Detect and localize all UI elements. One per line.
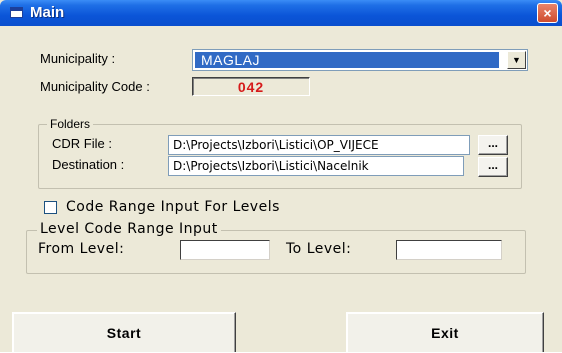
code-range-checkbox[interactable] (44, 201, 57, 214)
destination-browse-button[interactable]: ... (478, 157, 508, 177)
municipality-code-label: Municipality Code : (40, 79, 150, 94)
cdr-browse-button[interactable]: ... (478, 135, 508, 155)
cdr-file-label: CDR File : (52, 136, 112, 151)
from-level-input[interactable] (180, 240, 270, 260)
dropdown-button[interactable]: ▼ (507, 51, 526, 69)
cdr-file-input[interactable]: D:\Projects\Izbori\Listici\OP_VIJECE (168, 135, 470, 155)
municipality-code-value: 042 (192, 77, 310, 96)
code-range-checkbox-label[interactable]: Code Range Input For Levels (66, 199, 280, 215)
close-icon: × (543, 5, 552, 21)
from-level-label: From Level: (38, 241, 125, 257)
destination-label: Destination : (52, 157, 125, 172)
folders-group-title: Folders (47, 117, 94, 131)
chevron-down-icon: ▼ (512, 55, 521, 65)
municipality-select[interactable]: MAGLAJ ▼ (192, 49, 528, 71)
title-bar[interactable]: Main × (0, 0, 562, 26)
municipality-label: Municipality : (40, 51, 116, 66)
exit-button[interactable]: Exit (346, 312, 544, 352)
window-icon (10, 7, 23, 18)
start-button[interactable]: Start (12, 312, 236, 352)
destination-input[interactable]: D:\Projects\Izbori\Listici\Nacelnik (168, 156, 464, 176)
window-title: Main (30, 4, 65, 21)
level-range-group-title: Level Code Range Input (37, 221, 221, 237)
to-level-label: To Level: (286, 241, 352, 257)
municipality-selected-value: MAGLAJ (195, 52, 499, 68)
close-button[interactable]: × (537, 3, 558, 23)
to-level-input[interactable] (396, 240, 502, 260)
main-window: Main × Municipality : MAGLAJ ▼ Municipal… (0, 0, 562, 352)
